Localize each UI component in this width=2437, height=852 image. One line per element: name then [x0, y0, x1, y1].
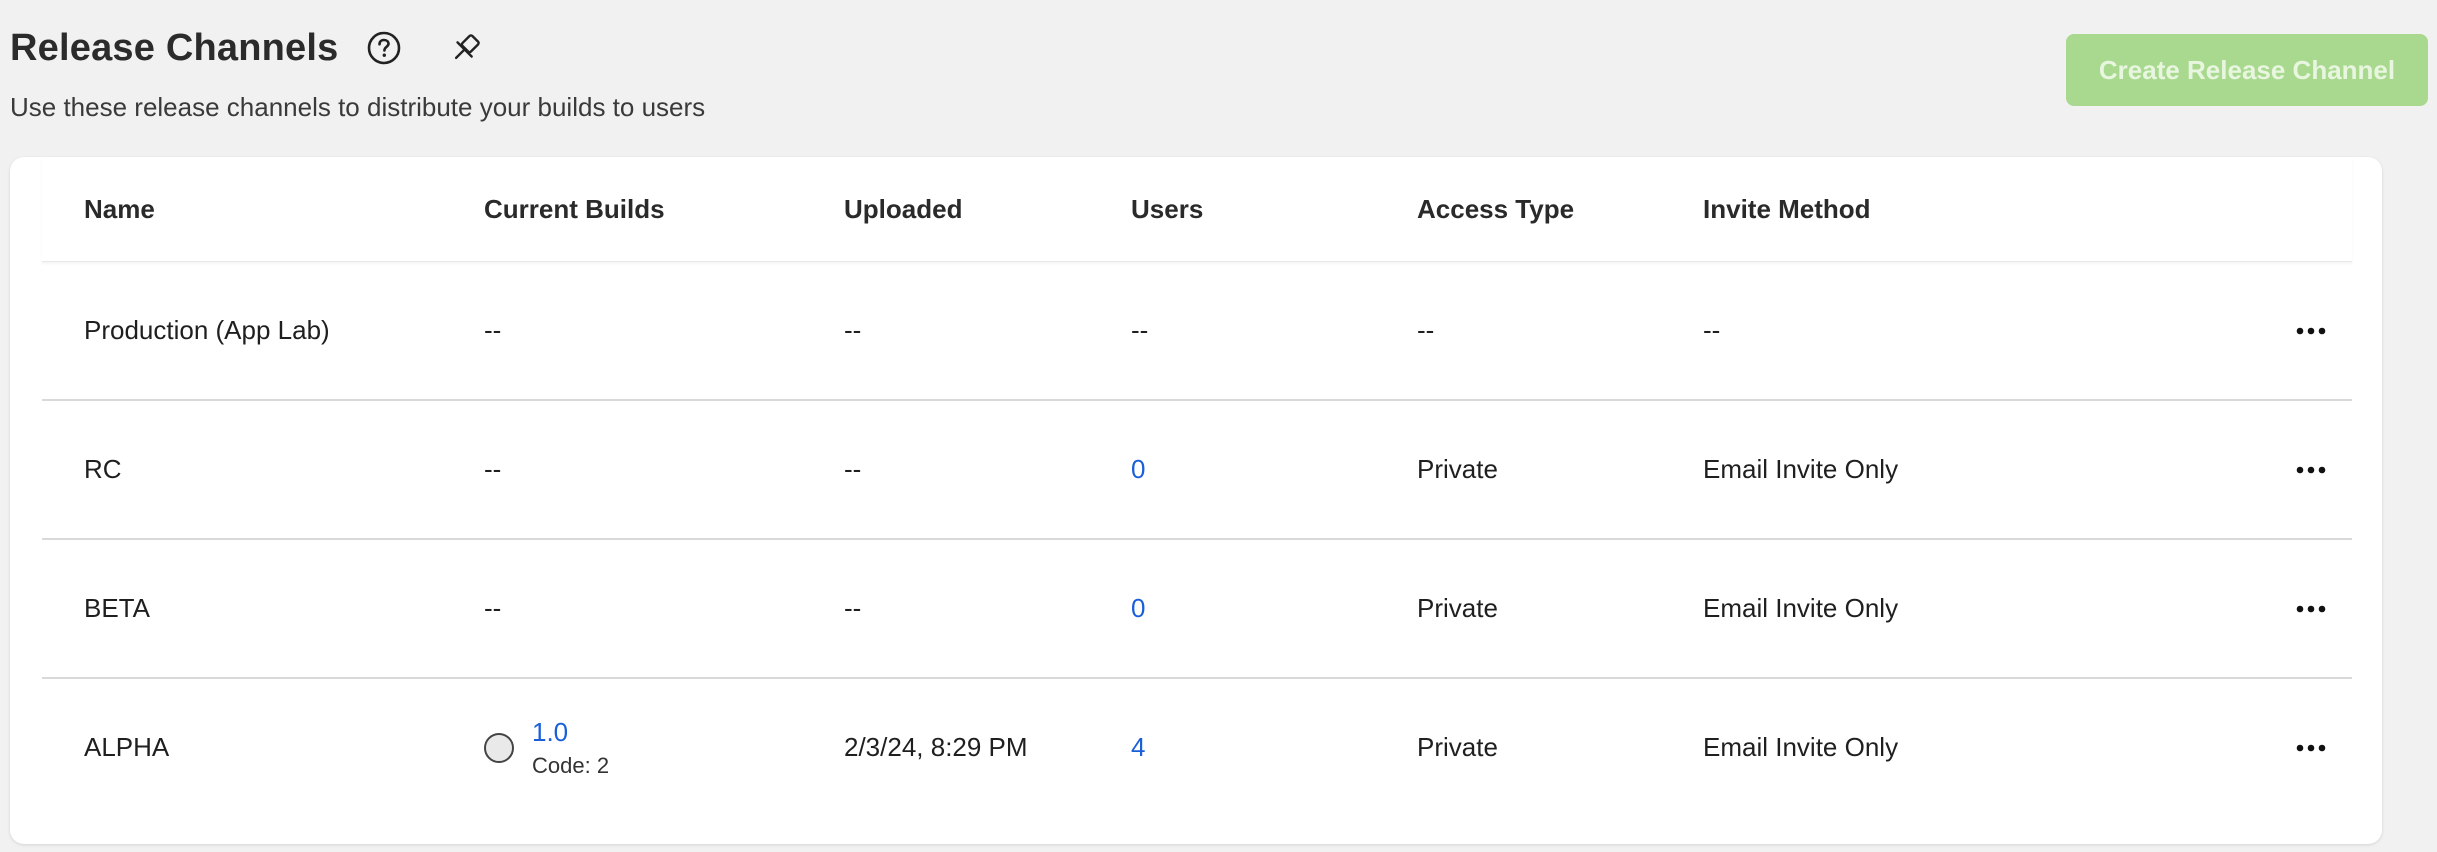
- column-header-name[interactable]: Name: [84, 194, 155, 225]
- table-row[interactable]: Production (App Lab) -- -- -- -- --: [42, 262, 2352, 401]
- column-header-invite-method[interactable]: Invite Method: [1703, 194, 1871, 225]
- uploaded-date: --: [844, 454, 862, 484]
- table-header: Name Current Builds Uploaded Users Acces…: [42, 157, 2352, 262]
- column-header-uploaded[interactable]: Uploaded: [844, 194, 962, 225]
- invite-method: --: [1703, 315, 1721, 345]
- build-code: Code: 2: [532, 752, 610, 778]
- table-row[interactable]: BETA -- -- 0 Private Email Invite Only: [42, 540, 2352, 679]
- invite-method: Email Invite Only: [1703, 732, 1899, 762]
- access-type: Private: [1417, 454, 1498, 484]
- page-header: Release Channels Use these release chann…: [10, 22, 2428, 132]
- more-options-icon[interactable]: [2287, 311, 2335, 351]
- uploaded-date: --: [844, 593, 862, 623]
- users-count: --: [1131, 315, 1149, 345]
- access-type: --: [1417, 315, 1435, 345]
- build-version-link[interactable]: 1.0: [532, 717, 609, 747]
- current-build: 1.0 Code: 2: [484, 717, 609, 779]
- build-select-radio[interactable]: [484, 732, 514, 763]
- uploaded-date: --: [844, 315, 862, 345]
- help-icon[interactable]: [362, 26, 406, 70]
- users-count-link[interactable]: 4: [1131, 732, 1145, 763]
- channel-name[interactable]: BETA: [84, 593, 150, 624]
- pin-icon[interactable]: [444, 26, 488, 70]
- column-header-users[interactable]: Users: [1131, 194, 1203, 225]
- column-header-access-type[interactable]: Access Type: [1417, 194, 1574, 225]
- uploaded-date: 2/3/24, 8:29 PM: [844, 732, 1028, 762]
- create-release-channel-button[interactable]: Create Release Channel: [2066, 34, 2428, 106]
- access-type: Private: [1417, 732, 1498, 762]
- channel-name[interactable]: Production (App Lab): [84, 315, 330, 346]
- access-type: Private: [1417, 593, 1498, 623]
- current-build: --: [484, 454, 502, 484]
- channel-name[interactable]: ALPHA: [84, 732, 169, 763]
- build-info: 1.0 Code: 2: [532, 717, 609, 779]
- column-header-current-builds[interactable]: Current Builds: [484, 194, 665, 225]
- more-options-icon[interactable]: [2287, 728, 2335, 768]
- page-title: Release Channels: [10, 26, 339, 69]
- table-row[interactable]: RC -- -- 0 Private Email Invite Only: [42, 401, 2352, 540]
- table-row[interactable]: ALPHA 1.0 Code: 2 2/3/24, 8:29 PM 4 Priv…: [42, 679, 2352, 816]
- invite-method: Email Invite Only: [1703, 593, 1899, 623]
- invite-method: Email Invite Only: [1703, 454, 1899, 484]
- more-options-icon[interactable]: [2287, 589, 2335, 629]
- users-count-link[interactable]: 0: [1131, 593, 1145, 624]
- current-build: --: [484, 593, 502, 623]
- release-channels-table: Name Current Builds Uploaded Users Acces…: [42, 157, 2352, 816]
- current-build: --: [484, 315, 502, 345]
- more-options-icon[interactable]: [2287, 450, 2335, 490]
- channel-name[interactable]: RC: [84, 454, 122, 485]
- users-count-link[interactable]: 0: [1131, 454, 1145, 485]
- release-channels-card: Name Current Builds Uploaded Users Acces…: [10, 157, 2382, 844]
